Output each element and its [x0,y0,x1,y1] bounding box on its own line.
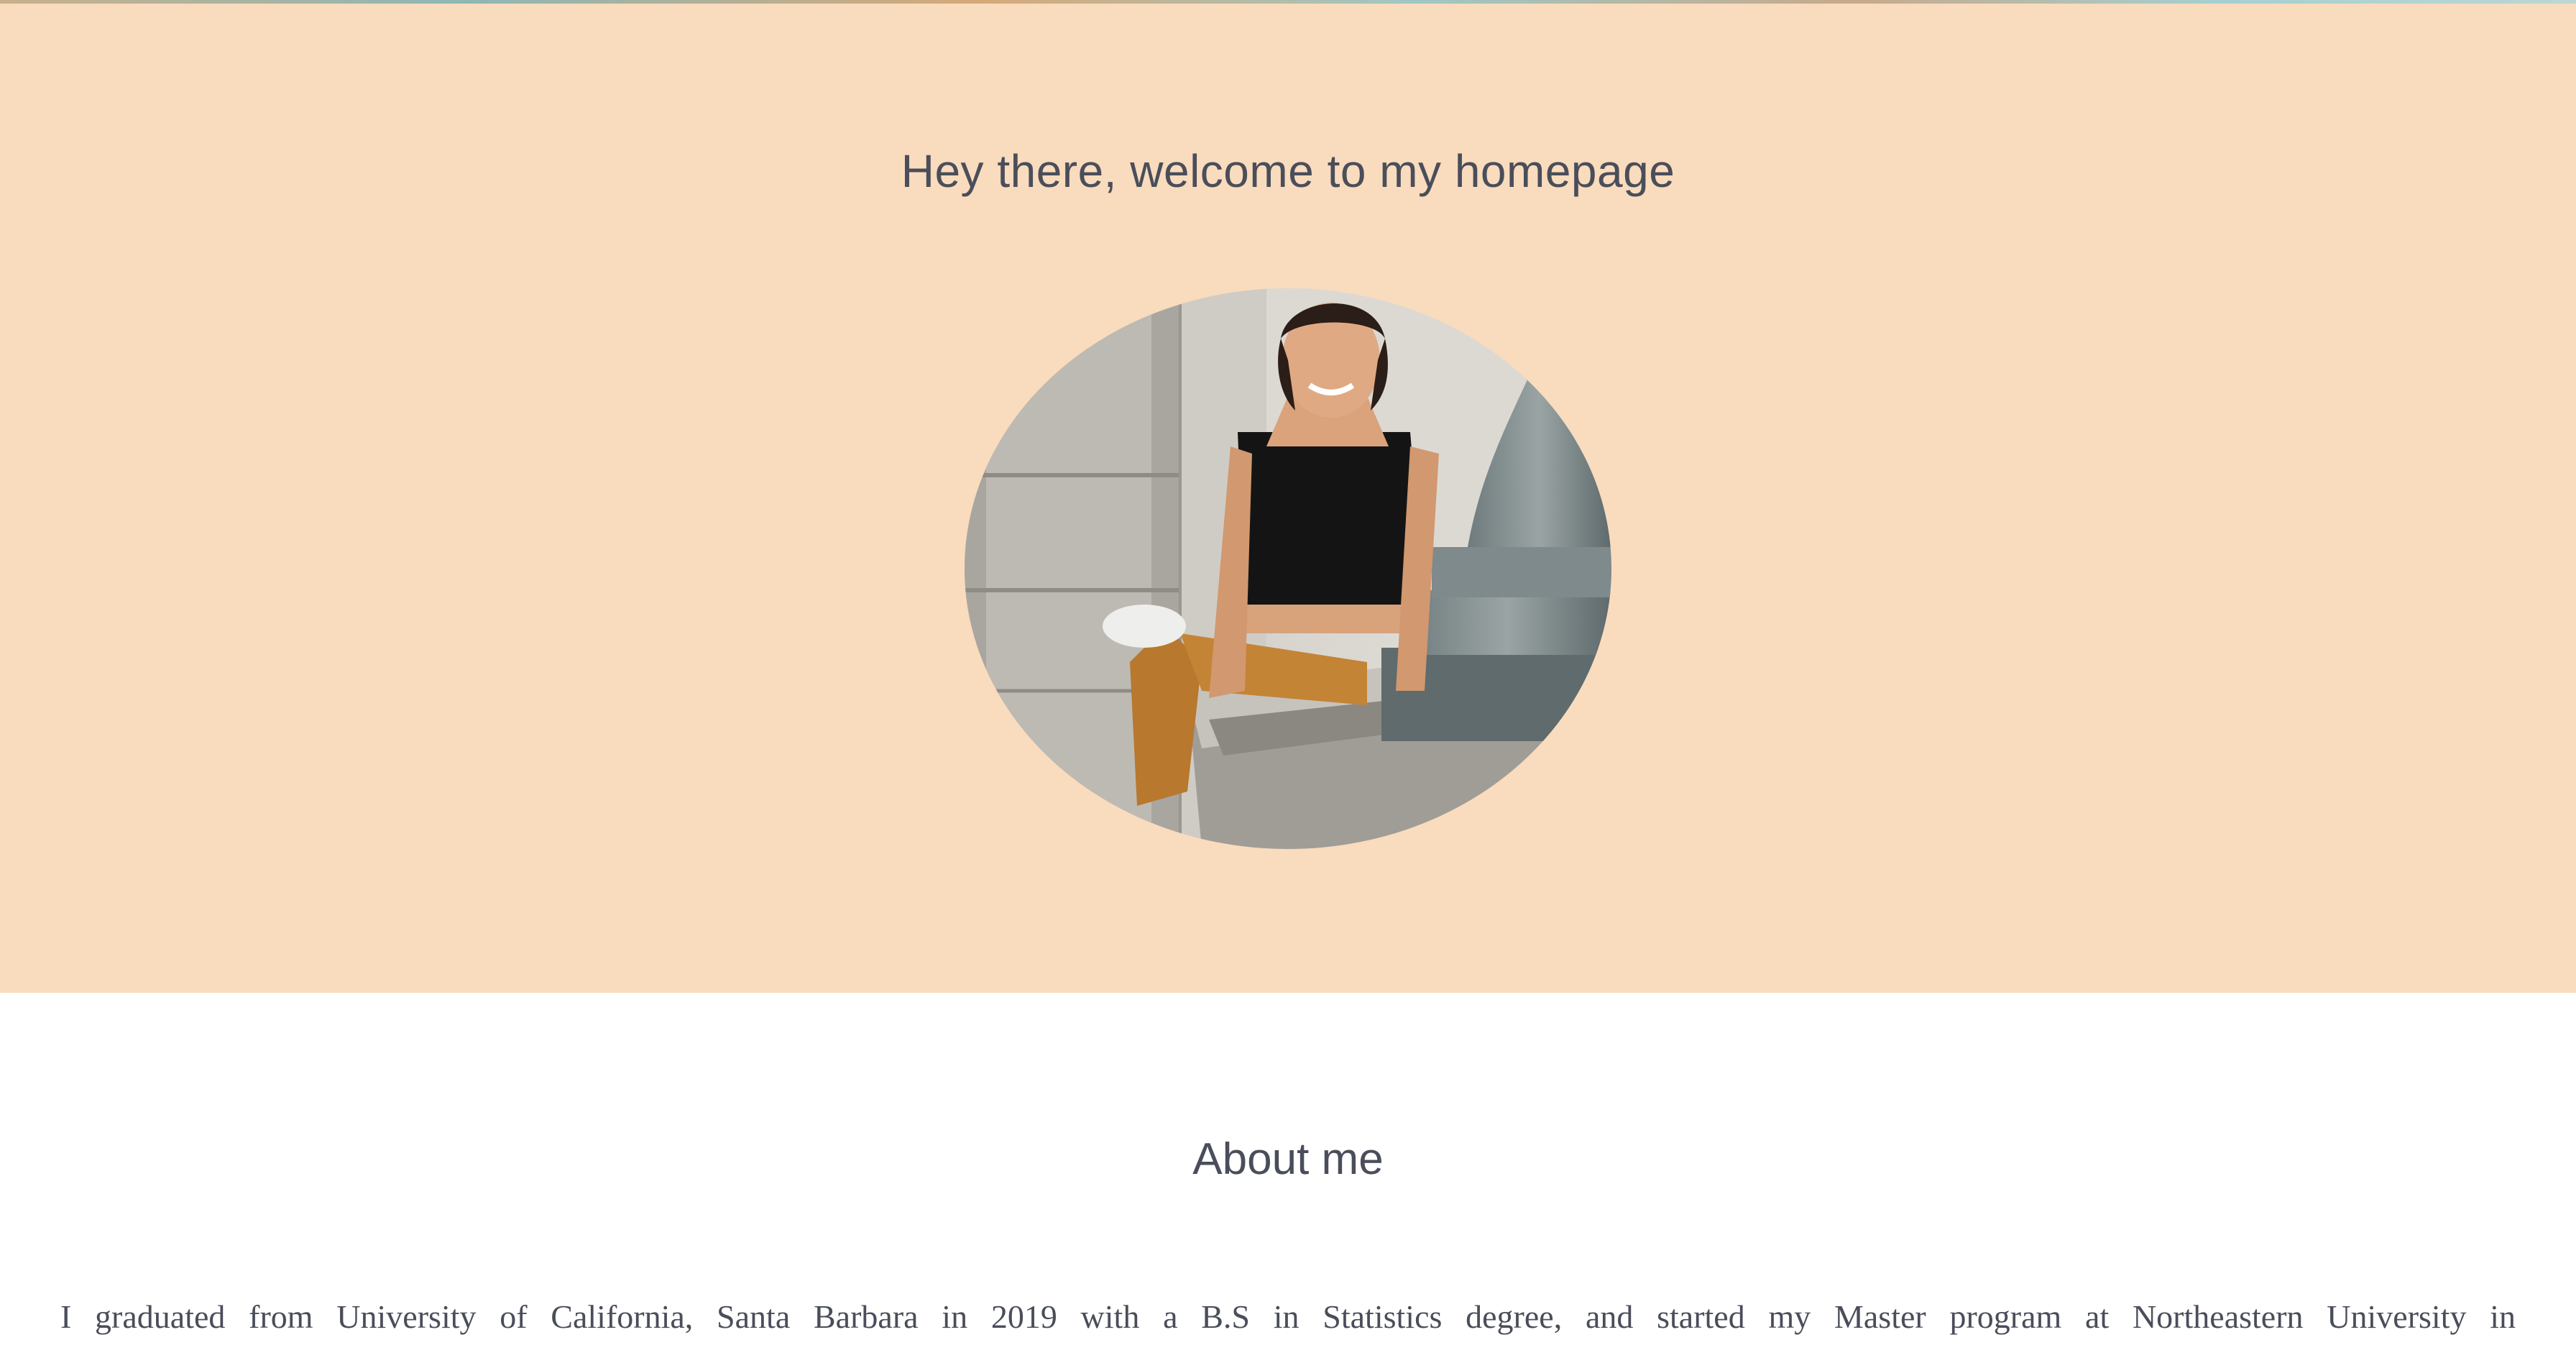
about-section: About me I graduated from University of … [0,993,2576,1363]
about-title: About me [1192,1134,1384,1184]
hero-section: Hey there, welcome to my homepage [0,4,2576,993]
hero-title: Hey there, welcome to my homepage [901,145,1675,197]
about-paragraph: I graduated from University of Californi… [60,1298,2516,1335]
profile-photo [965,288,1611,849]
profile-photo-icon [965,288,1611,849]
